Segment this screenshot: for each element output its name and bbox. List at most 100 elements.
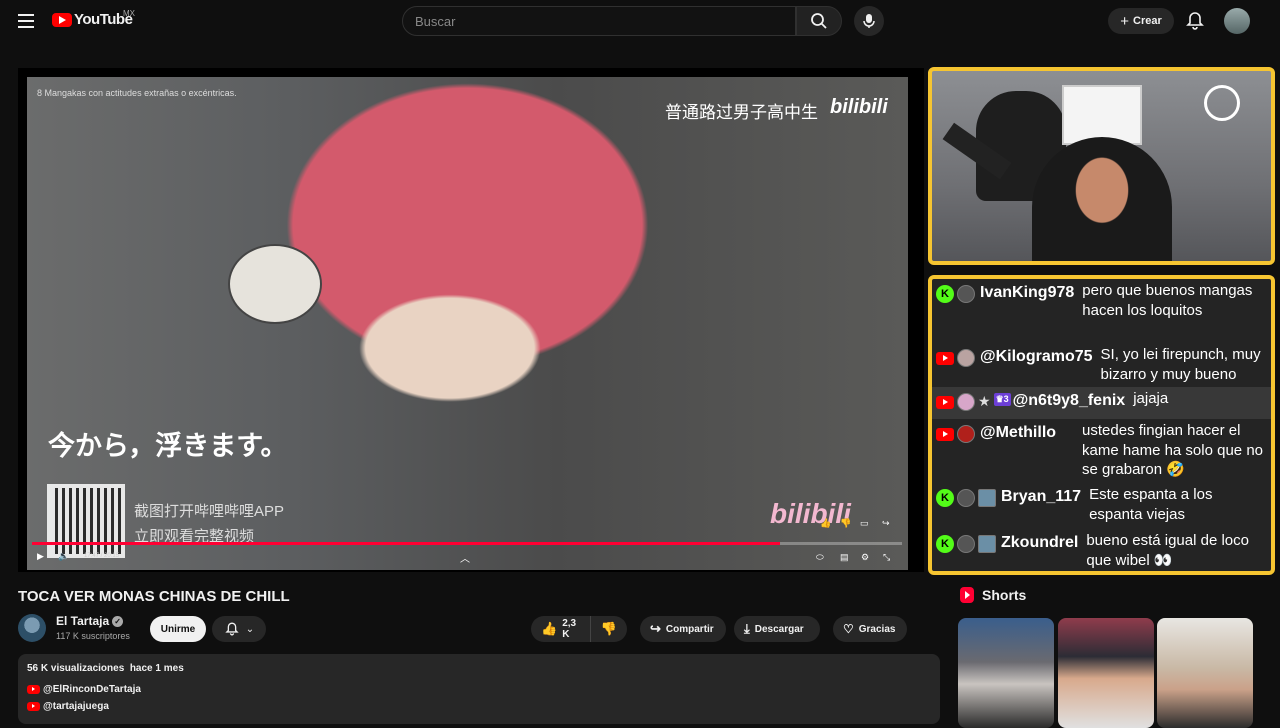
chevron-up-icon[interactable]: ︿ bbox=[460, 550, 470, 565]
subtitles-icon[interactable]: ▤ bbox=[840, 552, 849, 563]
channel-name-text: El Tartaja bbox=[56, 614, 110, 628]
download-label: Descargar bbox=[754, 623, 804, 635]
subscribe-notifications-button[interactable]: ⌄ bbox=[212, 616, 266, 642]
verified-icon: ✓ bbox=[112, 616, 124, 628]
streamer bbox=[1032, 137, 1172, 261]
chat-username: IvanKing978 bbox=[980, 284, 1075, 301]
chat-username: Bryan_117 bbox=[1001, 488, 1082, 505]
dislike-overlay-icon[interactable]: 👎 bbox=[840, 518, 851, 529]
create-button[interactable]: + Crear bbox=[1108, 8, 1174, 34]
chat-username: @n6t9y8_fenix bbox=[1012, 392, 1126, 409]
thanks-button[interactable]: ♡ Gracias bbox=[833, 616, 907, 642]
live-chat-overlay: K IvanKing978 pero que buenos mangas hac… bbox=[928, 275, 1275, 575]
kick-icon: K bbox=[936, 489, 954, 507]
qr-code-image bbox=[47, 484, 125, 558]
video-frame[interactable] bbox=[27, 77, 908, 570]
channel-avatar[interactable] bbox=[18, 614, 46, 642]
heart-dollar-icon: ♡ bbox=[843, 622, 854, 636]
ring-light bbox=[1204, 85, 1240, 121]
account-avatar[interactable] bbox=[1224, 8, 1250, 34]
like-count: 2,3 K bbox=[562, 618, 577, 640]
notifications-button[interactable] bbox=[1184, 10, 1206, 32]
video-overlay-cn: 普通路过男子高中生 bbox=[665, 103, 818, 122]
chat-text: SI, yo lei firepunch, muy bizarro y muy … bbox=[1100, 346, 1261, 383]
user-avatar bbox=[957, 425, 975, 443]
description-link[interactable]: @tartajajuega bbox=[27, 701, 109, 712]
time-display: 17:47 / 20:15 bbox=[84, 553, 120, 559]
star-badge-icon: ★ bbox=[978, 393, 991, 409]
bell-icon bbox=[225, 622, 239, 636]
share-overlay-icon[interactable]: ↪ bbox=[882, 518, 890, 529]
share-label: Compartir bbox=[665, 623, 714, 635]
webcam-overlay bbox=[928, 67, 1275, 265]
user-avatar bbox=[957, 535, 975, 553]
chat-message: K IvanKing978 pero que buenos mangas hac… bbox=[932, 279, 1271, 343]
like-button[interactable]: 👍 2,3 K bbox=[531, 616, 591, 642]
search-button[interactable] bbox=[796, 6, 842, 36]
download-button[interactable]: ⤓ Descargar bbox=[734, 616, 820, 642]
chat-text: bueno está igual de loco que wibel 👀 bbox=[1086, 532, 1249, 569]
plus-icon: + bbox=[1120, 12, 1129, 30]
channel-name[interactable]: El Tartaja ✓ bbox=[56, 614, 124, 628]
youtube-icon bbox=[27, 685, 40, 694]
voice-search-button[interactable] bbox=[854, 6, 884, 36]
link-text: @ElRinconDeTartaja bbox=[43, 684, 141, 695]
youtube-play-icon bbox=[52, 12, 72, 27]
chat-username: @Methillo bbox=[980, 424, 1057, 441]
create-label: Crear bbox=[1133, 15, 1162, 27]
chat-message: ★ ♛3 @n6t9y8_fenix jajaja bbox=[932, 387, 1271, 419]
chat-message: @Kilogramo75 SI, yo lei firepunch, muy b… bbox=[932, 343, 1271, 387]
video-overlay-title: 8 Mangakas con actitudes extrañas o excé… bbox=[37, 88, 237, 98]
join-button[interactable]: Unirme bbox=[150, 616, 206, 642]
short-thumbnail[interactable] bbox=[1157, 618, 1253, 728]
shorts-title: Shorts bbox=[982, 587, 1027, 603]
youtube-icon bbox=[936, 428, 954, 441]
volume-icon[interactable]: 🔈 bbox=[58, 551, 69, 562]
settings-gear-icon[interactable]: ⚙ bbox=[861, 552, 869, 563]
like-dislike-group: 👍 2,3 K 👎 bbox=[531, 616, 627, 642]
qr-caption-line1: 截图打开哔哩哔哩APP bbox=[134, 503, 285, 520]
play-icon[interactable]: ▶ bbox=[37, 551, 44, 562]
description-link[interactable]: @ElRinconDeTartaja bbox=[27, 684, 141, 695]
chat-message: K Bryan_117 Este espanta a los espanta v… bbox=[932, 483, 1271, 529]
menu-icon[interactable] bbox=[18, 14, 34, 28]
share-icon: ↪ bbox=[650, 621, 661, 636]
share-button[interactable]: ↪ Compartir bbox=[640, 616, 726, 642]
progress-bar[interactable] bbox=[32, 542, 902, 545]
region-label: MX bbox=[123, 9, 135, 18]
chat-username: Zkoundrel bbox=[1001, 534, 1079, 551]
chat-message: @Methillo ustedes fingian hacer el kame … bbox=[932, 419, 1271, 483]
shorts-icon bbox=[960, 587, 974, 603]
youtube-icon bbox=[936, 396, 954, 409]
chevron-down-icon: ⌄ bbox=[245, 623, 255, 635]
views-and-date: 56 K visualizaciones hace 1 mes bbox=[27, 663, 184, 674]
download-icon: ⤓ bbox=[744, 621, 750, 636]
chat-username: @Kilogramo75 bbox=[980, 348, 1093, 365]
bell-icon bbox=[1186, 12, 1204, 30]
crown-badge-icon: ♛3 bbox=[993, 393, 1011, 406]
kick-icon: K bbox=[936, 535, 954, 553]
chat-text: ustedes fingian hacer el kame hame ha so… bbox=[1082, 422, 1263, 478]
shelf bbox=[1062, 85, 1142, 145]
youtube-logo[interactable]: YouTube bbox=[52, 11, 133, 28]
chat-text: Este espanta a los espanta viejas bbox=[1089, 486, 1213, 523]
comment-overlay-icon[interactable]: ▭ bbox=[860, 518, 869, 529]
thanks-label: Gracias bbox=[858, 623, 896, 635]
autoplay-toggle[interactable]: ⬭ bbox=[816, 552, 824, 563]
youtube-icon bbox=[27, 702, 40, 711]
short-thumbnail[interactable] bbox=[1058, 618, 1154, 728]
like-overlay-icon[interactable]: 👍 bbox=[820, 518, 831, 529]
wall-clock-image bbox=[228, 244, 322, 324]
subscriber-count: 117 K suscriptores bbox=[56, 631, 130, 641]
thumbs-up-icon: 👍 bbox=[541, 621, 558, 636]
user-avatar bbox=[957, 489, 975, 507]
user-avatar-image bbox=[978, 535, 996, 553]
video-subtitle: 今から，浮きます。 bbox=[48, 431, 288, 461]
search-input[interactable] bbox=[402, 6, 796, 36]
dislike-button[interactable]: 👎 bbox=[591, 616, 627, 642]
thumbs-down-icon: 👎 bbox=[600, 621, 617, 636]
user-avatar bbox=[957, 393, 975, 411]
short-thumbnail[interactable] bbox=[958, 618, 1054, 728]
chat-message: K Zkoundrel bueno está igual de loco que… bbox=[932, 529, 1271, 571]
fullscreen-exit-icon[interactable]: ⤡ bbox=[883, 552, 890, 563]
